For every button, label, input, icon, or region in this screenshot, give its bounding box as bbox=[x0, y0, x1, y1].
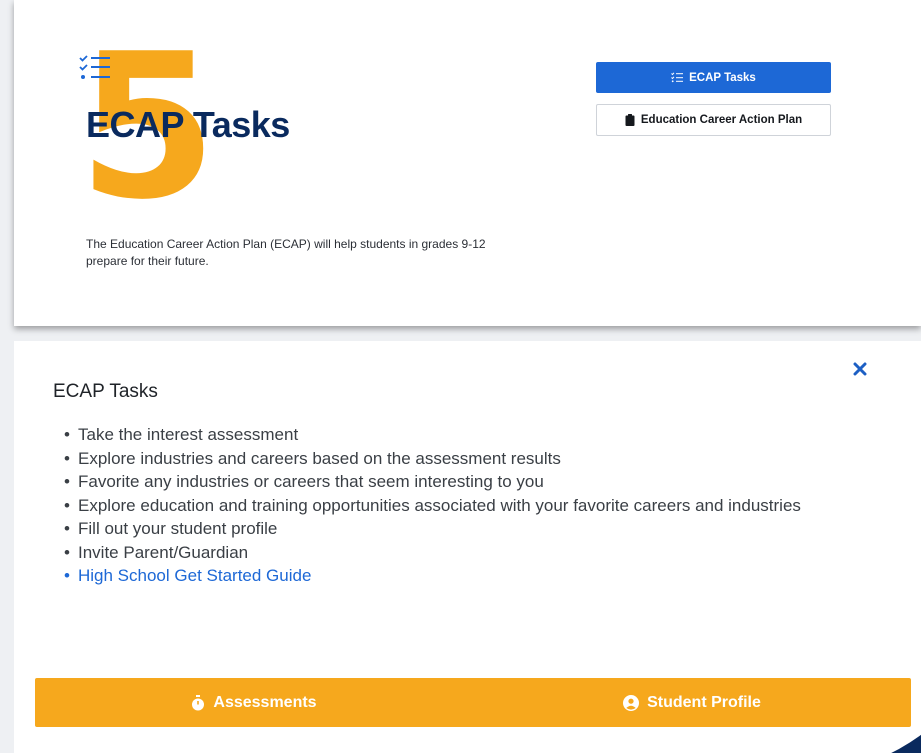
checklist-icon bbox=[79, 55, 110, 79]
get-started-guide-link[interactable]: High School Get Started Guide bbox=[64, 564, 844, 588]
student-profile-button[interactable]: Student Profile bbox=[473, 678, 911, 727]
list-item: Explore education and training opportuni… bbox=[64, 494, 844, 518]
assessments-button[interactable]: Assessments bbox=[35, 678, 473, 727]
modal-title: ECAP Tasks bbox=[53, 381, 158, 402]
clipboard-icon bbox=[625, 114, 635, 126]
list-item: Take the interest assessment bbox=[64, 423, 844, 447]
list-item: Invite Parent/Guardian bbox=[64, 541, 844, 565]
ecap-tasks-button[interactable]: ECAP Tasks bbox=[596, 62, 831, 93]
student-profile-label: Student Profile bbox=[647, 693, 761, 711]
education-career-action-plan-button[interactable]: Education Career Action Plan bbox=[596, 104, 831, 136]
education-career-action-plan-label: Education Career Action Plan bbox=[640, 114, 803, 126]
assessments-label: Assessments bbox=[213, 693, 317, 711]
page-title: ECAP Tasks bbox=[86, 104, 290, 145]
hero-description: The Education Career Action Plan (ECAP) … bbox=[86, 237, 486, 268]
checklist-icon bbox=[671, 72, 684, 83]
stopwatch-icon bbox=[192, 694, 205, 710]
close-icon bbox=[853, 362, 867, 376]
user-circle-icon bbox=[623, 694, 640, 711]
list-item: Explore industries and careers based on … bbox=[64, 447, 844, 471]
action-bar: Assessments Student Profile bbox=[35, 678, 911, 727]
corner-accent-decoration bbox=[891, 734, 921, 753]
close-button[interactable] bbox=[850, 359, 870, 379]
ecap-tasks-button-label: ECAP Tasks bbox=[689, 71, 756, 84]
list-item: Fill out your student profile bbox=[64, 517, 844, 541]
ecap-tasks-modal: ECAP Tasks Take the interest assessment … bbox=[14, 341, 921, 753]
task-list: Take the interest assessment Explore ind… bbox=[64, 423, 844, 588]
hero-card: 5 ECAP Tasks The Education Career Action… bbox=[14, 0, 921, 326]
list-item: Favorite any industries or careers that … bbox=[64, 470, 844, 494]
